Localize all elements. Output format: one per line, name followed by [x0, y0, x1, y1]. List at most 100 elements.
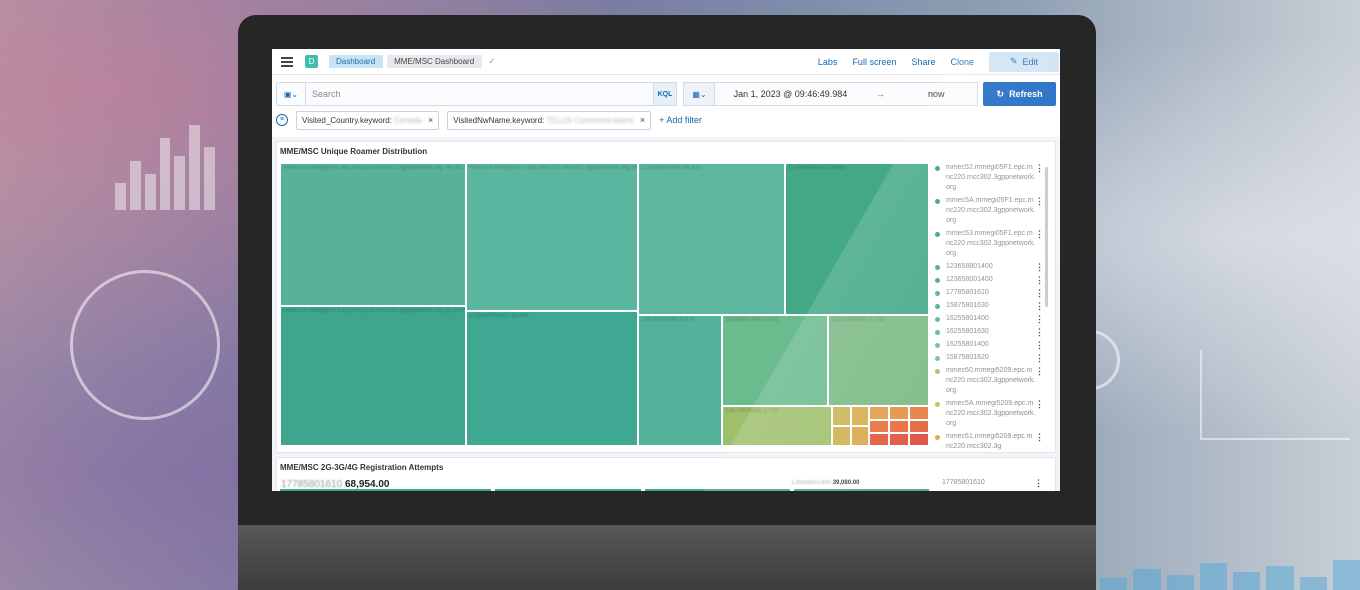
treemap-cell[interactable]: mmec52.mmegi05F1.epc.mnc220.mcc302.3gppn…: [280, 163, 466, 306]
legend-item[interactable]: mmec52.mmegi05F1.epc.mnc220.mcc302.3gppn…: [932, 163, 1052, 193]
filter-key: Visited_Country.keyword:: [302, 115, 392, 125]
treemap-cell[interactable]: [832, 406, 851, 426]
treemap-cell[interactable]: 16255801630 5,718: [828, 315, 929, 406]
legend-dot-icon: [935, 369, 940, 374]
treemap-cell[interactable]: [889, 420, 909, 433]
kebab-icon[interactable]: ⋮: [1035, 262, 1044, 272]
kebab-icon[interactable]: ⋮: [1035, 340, 1044, 350]
date-range: Jan 1, 2023 @ 09:46:49.984 → now: [715, 82, 979, 106]
treemap-cell[interactable]: 17785801610 13,855: [785, 163, 929, 315]
edit-button[interactable]: ✎ Edit: [989, 51, 1059, 72]
legend-item[interactable]: mmec61.mmegi5209.epc.mnc220.mcc302.3g ⋮: [932, 432, 1052, 452]
pencil-icon: ✎: [1009, 56, 1018, 66]
treemap-cell[interactable]: 123658801400 54,330: [638, 163, 785, 315]
clone-link[interactable]: Clone: [950, 57, 974, 67]
legend-item[interactable]: mmec53.mmegi05F1.epc.mnc220.mcc302.3gppn…: [932, 229, 1052, 259]
breadcrumb-dashboard[interactable]: Dashboard: [329, 55, 384, 68]
legend-label: 16255801630: [946, 328, 989, 335]
treemap-chart[interactable]: mmec52.mmegi05F1.epc.mnc220.mcc302.3gppn…: [280, 163, 929, 446]
space-avatar[interactable]: D: [305, 55, 318, 68]
bar: [794, 489, 929, 491]
kebab-icon[interactable]: ⋮: [1035, 353, 1044, 363]
legend-item[interactable]: 16255801400 ⋮: [932, 314, 1052, 324]
kebab-icon[interactable]: ⋮: [1035, 327, 1044, 337]
treemap-cell[interactable]: [909, 406, 929, 420]
legend-item[interactable]: 15875801630 ⋮: [932, 301, 1052, 311]
treemap-cell[interactable]: [889, 406, 909, 420]
treemap-cell[interactable]: 15875801630 6,870: [638, 315, 722, 446]
legend-item[interactable]: mmec5A.mmegi05F1.epc.mnc220.mcc302.3gppn…: [932, 196, 1052, 226]
treemap-cell[interactable]: [909, 433, 929, 446]
legend-item[interactable]: mmec5A.mmegi5209.epc.mnc220.mcc302.3gppn…: [932, 399, 1052, 429]
date-picker-button[interactable]: ▦⌄: [683, 82, 716, 106]
filter-key: VisitedNwName.keyword:: [453, 115, 545, 125]
kebab-icon[interactable]: ⋮: [1034, 478, 1043, 489]
date-start[interactable]: Jan 1, 2023 @ 09:46:49.984: [715, 89, 865, 99]
legend-item[interactable]: 17785801610 ⋮: [932, 288, 1052, 298]
filter-pill-network[interactable]: VisitedNwName.keyword: TELUS Communicati…: [447, 110, 652, 130]
legend-dot-icon: [935, 343, 940, 348]
treemap-cell[interactable]: [869, 406, 889, 420]
filter-pill-country[interactable]: Visited_Country.keyword: Canada ×: [296, 110, 440, 130]
legend-label: mmec60.mmegi5209.epc.mnc220.mcc302.3gppn…: [946, 367, 1036, 394]
treemap-cell[interactable]: [869, 433, 889, 446]
background-bar-graphic: [115, 120, 216, 210]
kebab-icon[interactable]: ⋮: [1035, 288, 1044, 298]
filter-options-icon[interactable]: ≡: [276, 114, 288, 126]
add-filter-link[interactable]: + Add filter: [659, 115, 702, 125]
legend-dot-icon: [935, 278, 940, 283]
treemap-cell[interactable]: 16255801400 5,973: [722, 315, 828, 406]
legend-item[interactable]: 15875801620 ⋮: [932, 353, 1052, 363]
legend-item[interactable]: 16255801400 ⋮: [932, 340, 1052, 350]
close-icon[interactable]: ×: [640, 115, 645, 125]
treemap-cell[interactable]: [869, 420, 889, 433]
treemap-cell[interactable]: [909, 420, 929, 433]
treemap-cell-label: 15875801630 6,870: [641, 317, 695, 323]
legend-label: mmec5A.mmegi05F1.epc.mnc220.mcc302.3gppn…: [946, 197, 1036, 224]
metric-value: 39,080.00: [832, 480, 860, 486]
treemap-cell[interactable]: 123658001400 16,461: [466, 311, 638, 446]
legend-item[interactable]: mmec60.mmegi5209.epc.mnc220.mcc302.3gppn…: [932, 366, 1052, 396]
metric-id: 128858001400: [791, 480, 832, 486]
refresh-button[interactable]: ↻ Refresh: [983, 82, 1056, 106]
treemap-cell-label: mmec5A.mmegi05F1.epc.mnc220.mcc302.3gppn…: [469, 165, 638, 171]
background-ring-graphic: [70, 270, 220, 420]
treemap-cell[interactable]: mmec5A.mmegi05F1.epc.mnc220.mcc302.3gppn…: [466, 163, 638, 311]
legend-scrollbar[interactable]: [1045, 167, 1048, 307]
treemap-cell[interactable]: [832, 426, 851, 446]
kebab-icon[interactable]: ⋮: [1035, 366, 1044, 376]
full-screen-link[interactable]: Full screen: [852, 57, 896, 67]
close-icon[interactable]: ×: [428, 115, 433, 125]
treemap-cell[interactable]: 15875801620 2,775: [722, 406, 832, 446]
kebab-icon[interactable]: ⋮: [1035, 432, 1044, 442]
kebab-icon[interactable]: ⋮: [1035, 399, 1044, 409]
treemap-cell[interactable]: [889, 433, 909, 446]
treemap-cell[interactable]: [851, 426, 869, 446]
refresh-icon: ↻: [996, 88, 1005, 99]
legend-item[interactable]: 16255801630 ⋮: [932, 327, 1052, 337]
legend-dot-icon: [935, 330, 940, 335]
treemap-cell[interactable]: [851, 406, 869, 426]
legend-dot-icon: [935, 356, 940, 361]
edit-label: Edit: [1022, 56, 1039, 67]
legend-dot-icon: [935, 265, 940, 270]
saved-query-button[interactable]: ▣⌄: [276, 82, 305, 106]
panel-title: MME/MSC 2G-3G/4G Registration Attempts: [280, 463, 444, 472]
kebab-icon[interactable]: ⋮: [1035, 229, 1044, 239]
hamburger-menu-icon[interactable]: [281, 56, 293, 67]
kebab-icon[interactable]: ⋮: [1035, 163, 1044, 173]
legend-label: 16255801400: [946, 315, 989, 322]
treemap-cell[interactable]: mmec5A.mmegi05F1.epc.mnc220.mcc302.3gppn…: [280, 306, 466, 446]
search-input[interactable]: Search: [304, 82, 654, 106]
kebab-icon[interactable]: ⋮: [1035, 314, 1044, 324]
legend-item[interactable]: 123658001400 ⋮: [932, 275, 1052, 285]
kebab-icon[interactable]: ⋮: [1035, 301, 1044, 311]
kql-toggle[interactable]: KQL: [653, 82, 678, 106]
kebab-icon[interactable]: ⋮: [1035, 196, 1044, 206]
date-end[interactable]: now: [895, 89, 977, 99]
share-link[interactable]: Share: [911, 57, 935, 67]
legend-item[interactable]: 123658801400 ⋮: [932, 262, 1052, 272]
kebab-icon[interactable]: ⋮: [1035, 275, 1044, 285]
treemap-cell-label: mmec52.mmegi05F1.epc.mnc220.mcc302.3gppn…: [283, 165, 463, 171]
labs-link[interactable]: Labs: [818, 57, 838, 67]
